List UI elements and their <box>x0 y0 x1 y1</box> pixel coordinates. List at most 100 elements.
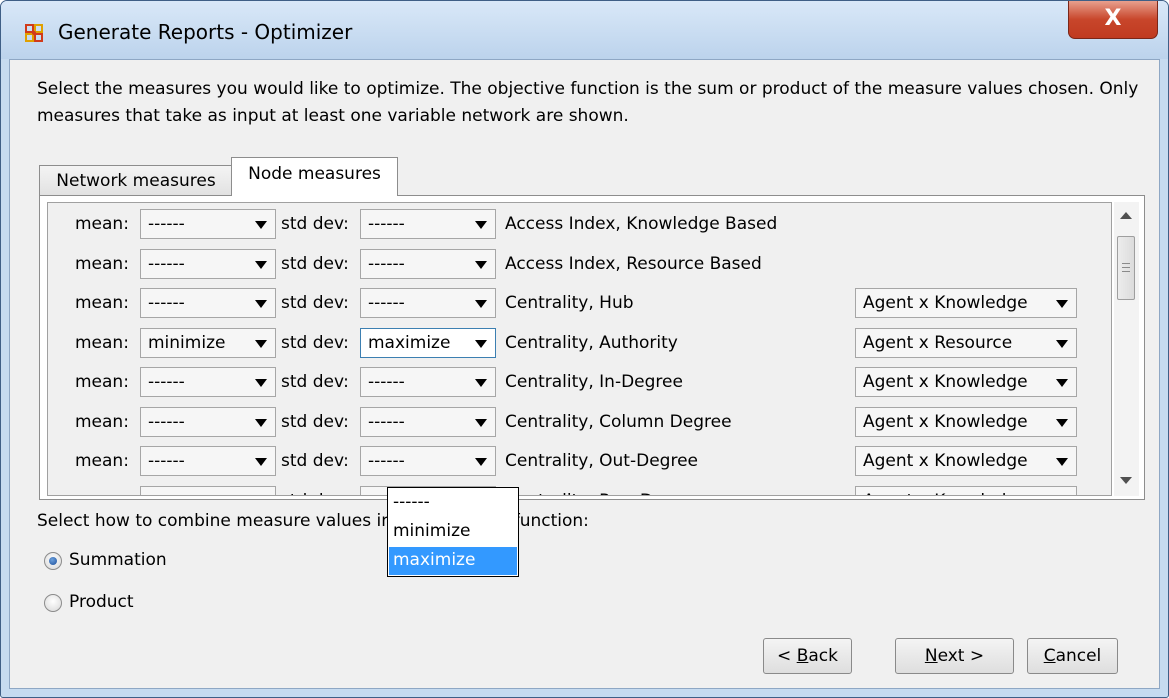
summation-radio[interactable] <box>44 552 62 570</box>
mean-label: mean: <box>75 332 129 353</box>
vertical-scrollbar[interactable] <box>1114 202 1139 496</box>
back-button[interactable]: < Back <box>763 638 852 674</box>
network-select-value: Agent x Knowledge <box>863 293 1028 313</box>
std-dev-select[interactable]: ------ <box>360 406 496 437</box>
product-radio[interactable] <box>44 594 62 612</box>
tab-network-measures[interactable]: Network measures <box>39 165 233 195</box>
mean-label: mean: <box>75 253 129 274</box>
network-select[interactable]: Agent x Knowledge <box>855 446 1077 476</box>
scroll-up-arrow-icon[interactable] <box>1120 212 1132 219</box>
measure-row: mean: ------ std dev: ------ Access Index, R… <box>48 247 1111 281</box>
grip-line <box>1122 267 1130 268</box>
std-dev-label: std dev: <box>281 332 349 353</box>
grip-line <box>1122 271 1130 272</box>
network-select-value: Agent x Knowledge <box>863 487 1076 496</box>
mean-select[interactable]: ------ <box>140 209 276 239</box>
instructions-text: Select the measures you would like to op… <box>37 79 1139 126</box>
cancel-mnemonic: C <box>1043 646 1056 666</box>
mean-label: mean: <box>75 411 129 432</box>
std-dev-label: std dev: <box>281 372 349 392</box>
mean-select[interactable]: ------ <box>140 288 276 318</box>
measure-row: mean: ------ std dev: ------ Access Index, K… <box>48 207 1111 241</box>
chevron-down-icon <box>475 221 487 229</box>
mean-label: mean: <box>75 451 129 471</box>
back-mnemonic: B <box>796 646 809 666</box>
std-dev-select[interactable]: ------ <box>360 248 496 279</box>
title-bar[interactable]: Generate Reports - Optimizer X <box>1 1 1168 59</box>
measure-row: mean: minimize std dev: maximize Centrality,… <box>48 326 1111 360</box>
std-dev-label: std dev: <box>281 293 349 313</box>
std-dev-label: std dev: <box>281 253 349 274</box>
mean-select[interactable]: ------ <box>140 248 276 279</box>
scroll-down-arrow-icon[interactable] <box>1120 477 1132 484</box>
network-select[interactable]: Agent x Resource <box>855 327 1077 358</box>
mean-label: mean: <box>75 491 129 496</box>
std-dev-select[interactable]: maximize <box>360 327 496 358</box>
next-mnemonic: N <box>924 646 938 666</box>
measure-row: mean: ------ std dev: ------ Centrality, Col… <box>48 405 1111 439</box>
mean-select[interactable]: ------ <box>140 446 276 476</box>
network-select[interactable]: Agent x Knowledge <box>855 406 1077 437</box>
measure-name: Access Index, Knowledge Based <box>505 214 778 234</box>
std-dev-label: std dev: <box>281 411 349 432</box>
optimizer-dialog: Generate Reports - Optimizer X Select th… <box>0 0 1169 698</box>
mean-select[interactable]: minimize <box>140 327 276 358</box>
product-label[interactable]: Product <box>69 592 134 612</box>
chevron-down-icon <box>255 379 267 387</box>
cancel-rest: ancel <box>1055 646 1102 666</box>
measure-row: mean: ------ std dev: ------ Centrality, Out… <box>48 444 1111 478</box>
measure-row: mean: ------ std dev: ------ Centrality, Hub… <box>48 286 1111 320</box>
network-select-value: Agent x Knowledge <box>863 372 1028 392</box>
network-select[interactable]: Agent x Knowledge <box>855 288 1077 318</box>
std-dev-select[interactable]: ------ <box>360 288 496 318</box>
measure-name: Centrality, Out-Degree <box>505 451 698 471</box>
network-select-value: Agent x Knowledge <box>863 451 1028 471</box>
dropdown-option-highlighted[interactable]: maximize <box>389 547 517 575</box>
chevron-down-icon <box>255 458 267 466</box>
summation-label[interactable]: Summation <box>69 550 167 570</box>
mean-label: mean: <box>75 293 129 313</box>
chevron-down-icon <box>1056 339 1068 348</box>
mean-label: mean: <box>75 372 129 392</box>
next-button[interactable]: Next > <box>895 638 1014 674</box>
mean-select[interactable]: ------ <box>140 367 276 397</box>
scroll-thumb[interactable] <box>1117 236 1135 300</box>
measure-name: Centrality, In-Degree <box>505 372 683 392</box>
chevron-down-icon <box>475 379 487 387</box>
measure-list[interactable]: mean: ------ std dev: ------ Access Index, K… <box>47 202 1112 496</box>
app-logo-icon <box>25 24 43 42</box>
std-dev-dropdown-popup: ------ minimize maximize <box>387 487 519 577</box>
back-rest: ack <box>808 646 838 666</box>
dropdown-option[interactable]: ------ <box>389 489 517 517</box>
tab-node-measures[interactable]: Node measures <box>231 157 398 196</box>
dialog-body: Select the measures you would like to op… <box>9 59 1160 689</box>
chevron-down-icon <box>475 300 487 308</box>
network-select-value: Agent x Resource <box>863 332 1013 353</box>
chevron-down-icon <box>1056 379 1068 387</box>
window-title: Generate Reports - Optimizer <box>58 20 353 44</box>
chevron-down-icon <box>475 339 487 348</box>
measure-name: Centrality, Column Degree <box>505 411 732 432</box>
mean-select[interactable]: ------ <box>140 406 276 437</box>
chevron-down-icon <box>475 458 487 466</box>
close-button[interactable]: X <box>1068 1 1158 39</box>
back-prefix: < <box>777 646 797 666</box>
chevron-down-icon <box>255 418 267 427</box>
measure-name: Centrality, Authority <box>505 332 678 353</box>
std-dev-select[interactable]: ------ <box>360 209 496 239</box>
std-dev-select[interactable]: ------ <box>360 367 496 397</box>
chevron-down-icon <box>255 221 267 229</box>
chevron-down-icon <box>475 418 487 427</box>
measure-row: mean:------std dev:------Centrality, Row… <box>48 484 1111 496</box>
std-dev-select[interactable]: ------ <box>360 446 496 476</box>
cancel-button[interactable]: Cancel <box>1027 638 1118 674</box>
network-select[interactable]: Agent x Knowledge <box>855 485 1077 496</box>
grip-line <box>1122 263 1130 264</box>
measure-row: mean: ------ std dev: ------ Centrality, In-… <box>48 365 1111 399</box>
std-dev-label: std dev: <box>281 451 349 471</box>
dropdown-option[interactable]: minimize <box>389 518 517 546</box>
network-select[interactable]: Agent x Knowledge <box>855 367 1077 397</box>
mean-select[interactable]: ------ <box>140 485 276 495</box>
chevron-down-icon <box>255 339 267 348</box>
chevron-down-icon <box>475 260 487 269</box>
